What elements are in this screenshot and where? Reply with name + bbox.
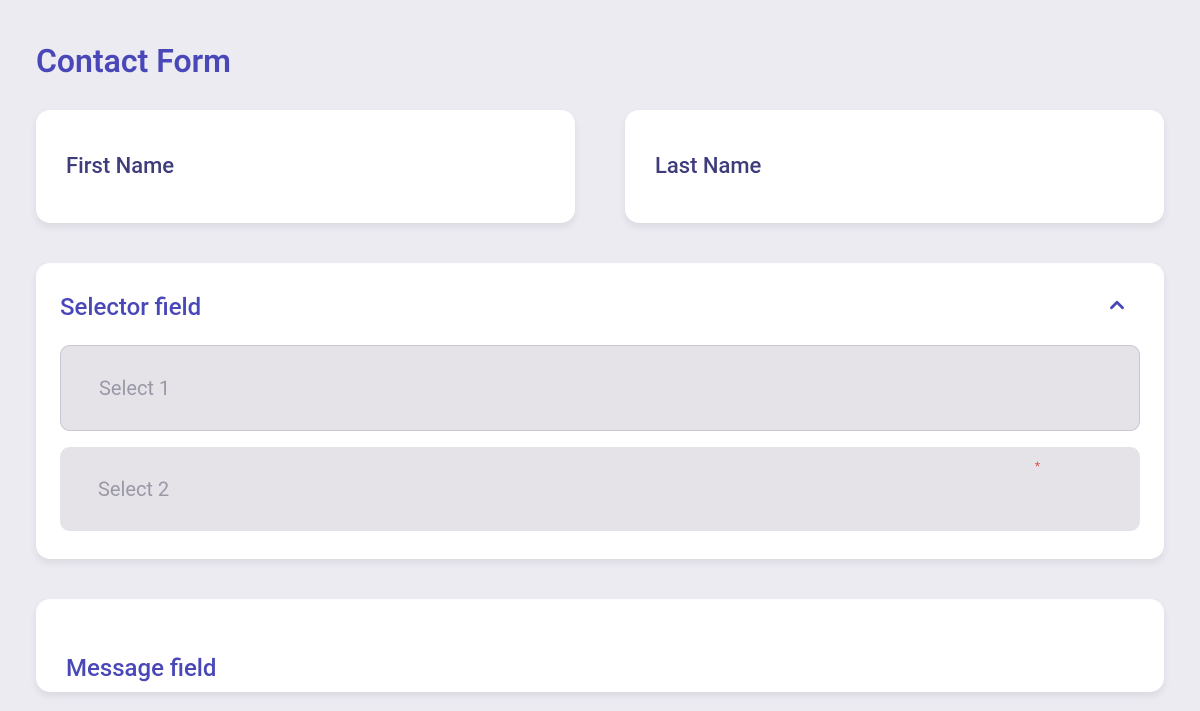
selector-title: Selector field <box>60 293 201 321</box>
first-name-label: First Name <box>66 154 545 179</box>
message-card: Message field <box>36 599 1164 692</box>
select-option-1-label: Select 1 <box>99 376 170 400</box>
required-indicator-icon: * <box>1035 459 1040 473</box>
selector-header: Selector field <box>60 293 1140 321</box>
first-name-card[interactable]: First Name <box>36 110 575 223</box>
selector-card: Selector field Select 1 Select 2 * <box>36 263 1164 559</box>
last-name-label: Last Name <box>655 154 1134 179</box>
select-option-2-label: Select 2 <box>98 477 169 501</box>
select-option-2[interactable]: Select 2 * <box>60 447 1140 531</box>
last-name-card[interactable]: Last Name <box>625 110 1164 223</box>
page-title: Contact Form <box>36 42 1200 80</box>
chevron-up-icon[interactable] <box>1106 294 1140 321</box>
message-title: Message field <box>66 654 1134 682</box>
name-row: First Name Last Name <box>36 110 1164 223</box>
select-option-1[interactable]: Select 1 <box>60 345 1140 431</box>
